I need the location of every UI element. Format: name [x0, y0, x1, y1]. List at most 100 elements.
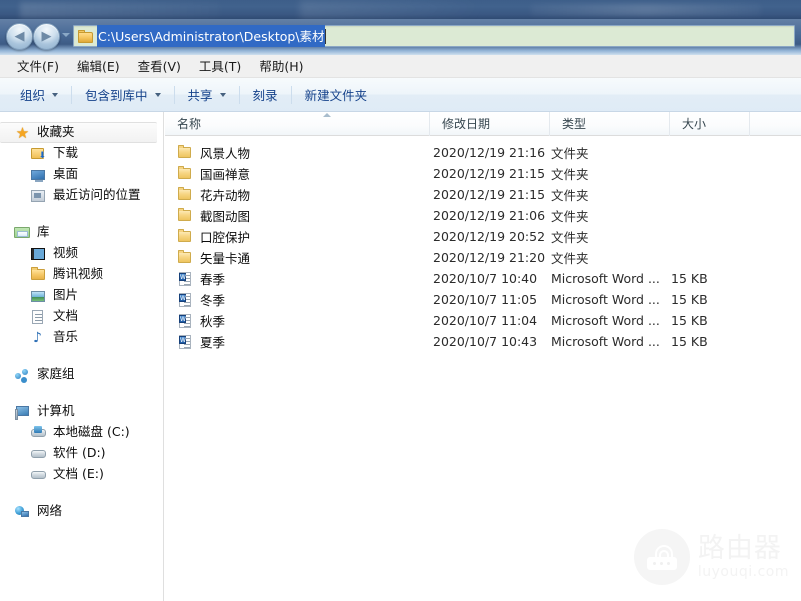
folder-icon: [78, 30, 93, 43]
sidebar-item-videos[interactable]: 视频: [0, 243, 163, 264]
sidebar-label-libraries: 库: [37, 226, 50, 239]
nav-spacer: [0, 485, 163, 501]
burn-button[interactable]: 刻录: [243, 82, 288, 108]
include-in-library-button[interactable]: 包含到库中: [75, 82, 171, 108]
history-dropdown-icon[interactable]: [62, 33, 70, 37]
table-row[interactable]: 秋季 2020/10/7 11:04 Microsoft Word ... 15…: [165, 310, 801, 331]
table-row[interactable]: 春季 2020/10/7 10:40 Microsoft Word ... 15…: [165, 268, 801, 289]
sidebar-label-recent-places: 最近访问的位置: [53, 189, 141, 202]
sidebar-item-drive-c[interactable]: 本地磁盘 (C:): [0, 422, 163, 443]
video-icon: [30, 246, 47, 262]
sidebar-item-computer[interactable]: 计算机: [0, 401, 163, 422]
file-date: 2020/12/19 21:15: [430, 166, 550, 181]
table-row[interactable]: 截图动图 2020/12/19 21:06 文件夹: [165, 205, 801, 226]
menu-file[interactable]: 文件(F): [8, 54, 68, 78]
document-icon: [30, 309, 47, 325]
nav-group-favorites: ★ 收藏夹 下载 桌面 最近访问的位置: [0, 122, 163, 206]
menu-tools[interactable]: 工具(T): [190, 54, 250, 78]
word-document-icon: [177, 271, 193, 286]
share-with-label: 共享: [188, 85, 213, 104]
sidebar-item-documents[interactable]: 文档: [0, 306, 163, 327]
file-type: 文件夹: [550, 143, 670, 162]
table-row[interactable]: 矢量卡通 2020/12/19 21:20 文件夹: [165, 247, 801, 268]
table-row[interactable]: 花卉动物 2020/12/19 21:15 文件夹: [165, 184, 801, 205]
file-size: 15 KB: [670, 292, 750, 307]
nav-group-libraries: 库 视频 腾讯视频 图片 文档 ♪ 音乐: [0, 222, 163, 348]
address-bar[interactable]: C:\Users\Administrator\Desktop\素材: [73, 25, 795, 47]
table-row[interactable]: 冬季 2020/10/7 11:05 Microsoft Word ... 15…: [165, 289, 801, 310]
computer-icon: [14, 404, 31, 420]
column-header-size[interactable]: 大小: [670, 112, 750, 136]
sidebar-item-homegroup[interactable]: 家庭组: [0, 364, 163, 385]
sidebar-item-libraries[interactable]: 库: [0, 222, 163, 243]
sidebar-item-favorites[interactable]: ★ 收藏夹: [0, 122, 157, 143]
table-row[interactable]: 国画禅意 2020/12/19 21:15 文件夹: [165, 163, 801, 184]
word-document-icon: [177, 313, 193, 328]
column-label-type: 类型: [562, 117, 586, 131]
music-icon: ♪: [30, 330, 47, 346]
sort-ascending-icon: [323, 113, 331, 117]
forward-button[interactable]: ▶: [33, 23, 60, 50]
file-date: 2020/10/7 11:05: [430, 292, 550, 307]
menu-edit[interactable]: 编辑(E): [68, 54, 129, 78]
nav-group-network: 网络: [0, 501, 163, 522]
word-document-icon: [177, 292, 193, 307]
back-button[interactable]: ◀: [6, 23, 33, 50]
file-list-view: 名称 修改日期 类型 大小 风景人物 2020/12/19 21:16 文: [165, 112, 801, 601]
burn-label: 刻录: [253, 85, 278, 104]
share-with-button[interactable]: 共享: [178, 82, 236, 108]
download-folder-icon: [30, 146, 47, 162]
column-header-row: 名称 修改日期 类型 大小: [165, 112, 801, 136]
new-folder-button[interactable]: 新建文件夹: [295, 82, 378, 108]
sidebar-label-network: 网络: [37, 505, 62, 518]
back-arrow-icon: ◀: [7, 24, 32, 49]
sidebar-item-recent-places[interactable]: 最近访问的位置: [0, 185, 163, 206]
table-row[interactable]: 风景人物 2020/12/19 21:16 文件夹: [165, 142, 801, 163]
menu-help[interactable]: 帮助(H): [250, 54, 312, 78]
sidebar-item-desktop[interactable]: 桌面: [0, 164, 163, 185]
file-name: 秋季: [200, 311, 225, 330]
sidebar-item-downloads[interactable]: 下载: [0, 143, 163, 164]
table-row[interactable]: 口腔保护 2020/12/19 20:52 文件夹: [165, 226, 801, 247]
table-row[interactable]: 夏季 2020/10/7 10:43 Microsoft Word ... 15…: [165, 331, 801, 352]
file-name: 口腔保护: [200, 227, 250, 246]
sidebar-item-tencent-video[interactable]: 腾讯视频: [0, 264, 163, 285]
file-type: Microsoft Word ...: [550, 313, 670, 328]
file-type: 文件夹: [550, 164, 670, 183]
sidebar-item-pictures[interactable]: 图片: [0, 285, 163, 306]
file-type: 文件夹: [550, 185, 670, 204]
sidebar-label-documents: 文档: [53, 310, 78, 323]
sidebar-item-network[interactable]: 网络: [0, 501, 163, 522]
organize-button[interactable]: 组织: [10, 82, 68, 108]
navigation-bar: ◀ ▶ C:\Users\Administrator\Desktop\素材: [0, 19, 801, 55]
sidebar-item-drive-e[interactable]: 文档 (E:): [0, 464, 163, 485]
file-name-cell: 风景人物: [165, 143, 430, 162]
folder-icon: [177, 250, 193, 265]
column-label-date: 修改日期: [442, 117, 490, 131]
file-name-cell: 冬季: [165, 290, 430, 309]
forward-arrow-icon: ▶: [34, 24, 59, 49]
column-header-date-modified[interactable]: 修改日期: [430, 112, 550, 136]
sidebar-item-music[interactable]: ♪ 音乐: [0, 327, 163, 348]
system-drive-icon: [30, 425, 47, 441]
column-header-type[interactable]: 类型: [550, 112, 670, 136]
sidebar-label-pictures: 图片: [53, 289, 78, 302]
new-folder-label: 新建文件夹: [305, 85, 368, 104]
file-name-cell: 截图动图: [165, 206, 430, 225]
file-date: 2020/10/7 10:43: [430, 334, 550, 349]
include-in-library-label: 包含到库中: [85, 85, 148, 104]
file-rows: 风景人物 2020/12/19 21:16 文件夹 国画禅意 2020/12/1…: [165, 136, 801, 352]
sidebar-label-computer: 计算机: [37, 405, 75, 418]
sidebar-label-drive-c: 本地磁盘 (C:): [53, 426, 130, 439]
desktop-background-strip: [0, 0, 801, 19]
menu-view[interactable]: 查看(V): [129, 54, 190, 78]
column-header-name[interactable]: 名称: [165, 112, 430, 136]
file-date: 2020/12/19 20:52: [430, 229, 550, 244]
explorer-content: ★ 收藏夹 下载 桌面 最近访问的位置 库: [0, 112, 801, 601]
sidebar-label-drive-d: 软件 (D:): [53, 447, 106, 460]
sidebar-label-music: 音乐: [53, 331, 78, 344]
file-date: 2020/12/19 21:16: [430, 145, 550, 160]
sidebar-item-drive-d[interactable]: 软件 (D:): [0, 443, 163, 464]
sidebar-label-drive-e: 文档 (E:): [53, 468, 104, 481]
address-text[interactable]: C:\Users\Administrator\Desktop\素材: [97, 25, 325, 47]
